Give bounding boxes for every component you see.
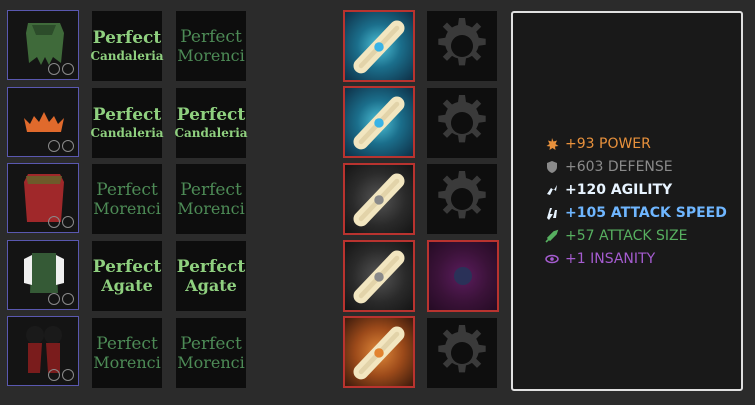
stats-panel [511, 11, 743, 391]
gem-slot-2[interactable]: Perfect Morenci [176, 11, 246, 81]
stat-text: +120 AGILITY [565, 182, 673, 198]
gem-slot-2[interactable]: Perfect Candaleria [174, 88, 248, 158]
stat-text: +93 POWER [565, 136, 651, 152]
gear-icon [438, 171, 486, 219]
gem-quality: Perfect [92, 105, 162, 125]
gem-quality: Perfect [180, 26, 242, 47]
gem-slot-1[interactable]: Perfect Morenci [92, 318, 162, 388]
stat-power: +93 POWER [545, 135, 651, 153]
gem-name: Agate [101, 275, 153, 295]
insanity-icon [545, 254, 559, 264]
enchant-slot[interactable] [343, 316, 415, 388]
equipment-slot-legs[interactable] [7, 316, 79, 386]
stat-attack-size: +57 ATTACK SIZE [545, 227, 687, 245]
gem-name: Morenci [177, 198, 245, 218]
enchant-slot[interactable] [343, 10, 415, 82]
shield-icon [547, 161, 557, 173]
modifier-slot[interactable] [427, 240, 499, 312]
stat-text: +1 INSANITY [565, 251, 656, 267]
dark-orb-icon [454, 267, 472, 285]
modifier-slot[interactable] [427, 318, 497, 388]
gem-quality: Perfect [96, 333, 158, 354]
attack-size-icon [545, 229, 559, 243]
orange-scroll-icon [345, 318, 413, 386]
gem-name: Morenci [93, 198, 161, 218]
gem-quality: Perfect [96, 179, 158, 200]
gem-quality: Perfect [176, 256, 246, 277]
modifier-slot[interactable] [427, 88, 497, 158]
modifier-slot[interactable] [427, 164, 497, 234]
blue-scroll-icon [345, 12, 413, 80]
gem-quality: Perfect [92, 28, 162, 48]
orange-circlet-icon [24, 112, 64, 132]
gem-name: Candaleria [174, 126, 248, 140]
gem-slot-1[interactable]: Perfect Agate [92, 241, 162, 311]
gem-slot-2[interactable]: Perfect Agate [176, 241, 246, 311]
gem-name: Morenci [177, 352, 245, 372]
attack-speed-icon [547, 208, 557, 220]
enchant-slot[interactable] [343, 163, 415, 235]
gem-quality: Perfect [180, 179, 242, 200]
equipment-slot-chest[interactable] [7, 163, 79, 233]
stat-text: +105 ATTACK SPEED [565, 205, 727, 221]
gem-name: Morenci [93, 352, 161, 372]
equipment-slot-helmet[interactable] [7, 87, 79, 157]
enchant-slot[interactable] [343, 240, 415, 312]
modifier-slot[interactable] [427, 11, 497, 81]
gear-icon [438, 325, 486, 373]
gear-icon [438, 18, 486, 66]
gem-quality: Perfect [176, 105, 246, 125]
gem-slot-1[interactable]: Perfect Candaleria [90, 11, 164, 81]
white-scroll-icon [345, 242, 413, 310]
gem-name: Morenci [177, 45, 245, 65]
gear-icon [438, 95, 486, 143]
white-scroll-icon [345, 165, 413, 233]
gem-name: Candaleria [90, 49, 164, 63]
stat-agility: +120 AGILITY [545, 181, 672, 199]
agility-icon [547, 185, 557, 195]
enchant-slot[interactable] [343, 86, 415, 158]
green-cloak-icon [26, 23, 64, 65]
gem-quality: Perfect [92, 256, 162, 277]
stat-attack-speed: +105 ATTACK SPEED [545, 204, 727, 222]
gem-slot-2[interactable]: Perfect Morenci [176, 164, 246, 234]
equipment-slot-cloak[interactable] [7, 10, 79, 80]
blue-scroll-icon [345, 88, 413, 156]
stat-defense: +603 DEFENSE [545, 158, 673, 176]
gem-slot-1[interactable]: Perfect Candaleria [90, 88, 164, 158]
gem-slot-1[interactable]: Perfect Morenci [92, 164, 162, 234]
gem-slot-2[interactable]: Perfect Morenci [176, 318, 246, 388]
gem-quality: Perfect [180, 333, 242, 354]
stat-text: +57 ATTACK SIZE [565, 228, 688, 244]
gem-name: Candaleria [90, 126, 164, 140]
gem-name: Agate [185, 275, 237, 295]
power-icon [546, 138, 559, 150]
stat-text: +603 DEFENSE [565, 159, 673, 175]
equipment-slot-vest[interactable] [7, 240, 79, 310]
stat-insanity: +1 INSANITY [545, 250, 655, 268]
